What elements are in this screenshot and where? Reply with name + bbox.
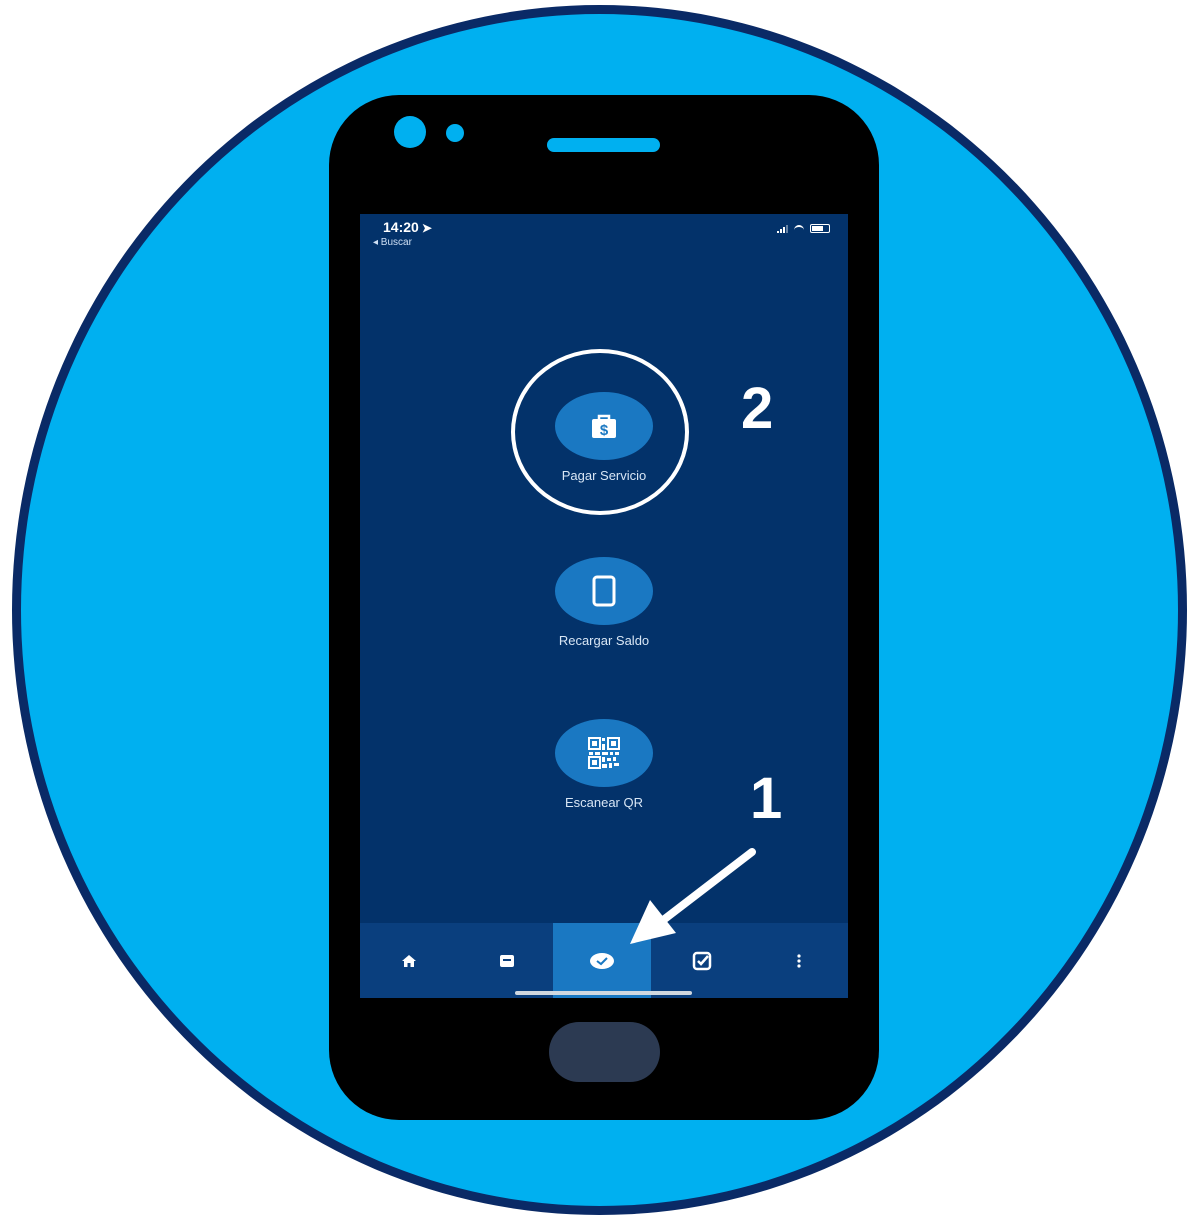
step-2-number: 2: [741, 376, 774, 441]
step-1-number: 1: [750, 766, 783, 831]
tutorial-illustration: 14:20 ➤ ◂ Buscar $ Pagar Servicio Recarg…: [0, 0, 1191, 1217]
phone-screen: 14:20 ➤ ◂ Buscar $ Pagar Servicio Recarg…: [360, 214, 848, 998]
tab-cards[interactable]: [458, 923, 556, 998]
wifi-icon: [794, 224, 804, 233]
transfer-icon: [692, 951, 712, 970]
earpiece-speaker: [547, 138, 660, 152]
top-up-balance-label: Recargar Saldo: [558, 633, 650, 648]
back-to-search-link[interactable]: ◂ Buscar: [373, 237, 412, 248]
top-up-balance-button[interactable]: Recargar Saldo: [524, 557, 684, 648]
scan-qr-label: Escanear QR: [564, 795, 644, 810]
top-up-balance-circle[interactable]: [555, 557, 653, 625]
tab-home[interactable]: [360, 923, 458, 998]
signal-icon: [777, 224, 788, 233]
bottom-tab-bar: [360, 923, 848, 998]
status-time-text: 14:20: [383, 219, 419, 235]
scan-qr-button[interactable]: Escanear QR: [524, 719, 684, 810]
home-indicator-bar: [515, 991, 692, 995]
home-icon: [402, 954, 416, 967]
step-2-highlight-ring: [511, 349, 689, 515]
status-time: 14:20 ➤: [383, 219, 432, 235]
tab-payments[interactable]: [553, 923, 651, 998]
card-icon: [500, 954, 514, 967]
payments-icon: [590, 952, 614, 969]
location-arrow-icon: ➤: [421, 221, 432, 235]
phone-home-button: [549, 1022, 660, 1082]
scan-qr-circle[interactable]: [555, 719, 653, 787]
status-icons: [777, 224, 830, 233]
sensor-icon: [446, 124, 464, 142]
more-icon: [797, 953, 801, 968]
mobile-phone-icon: [592, 575, 616, 607]
qr-code-icon: [588, 737, 620, 769]
tab-more[interactable]: [750, 923, 848, 998]
battery-icon: [810, 224, 830, 233]
front-camera-icon: [394, 116, 426, 148]
tab-transfers[interactable]: [653, 923, 751, 998]
